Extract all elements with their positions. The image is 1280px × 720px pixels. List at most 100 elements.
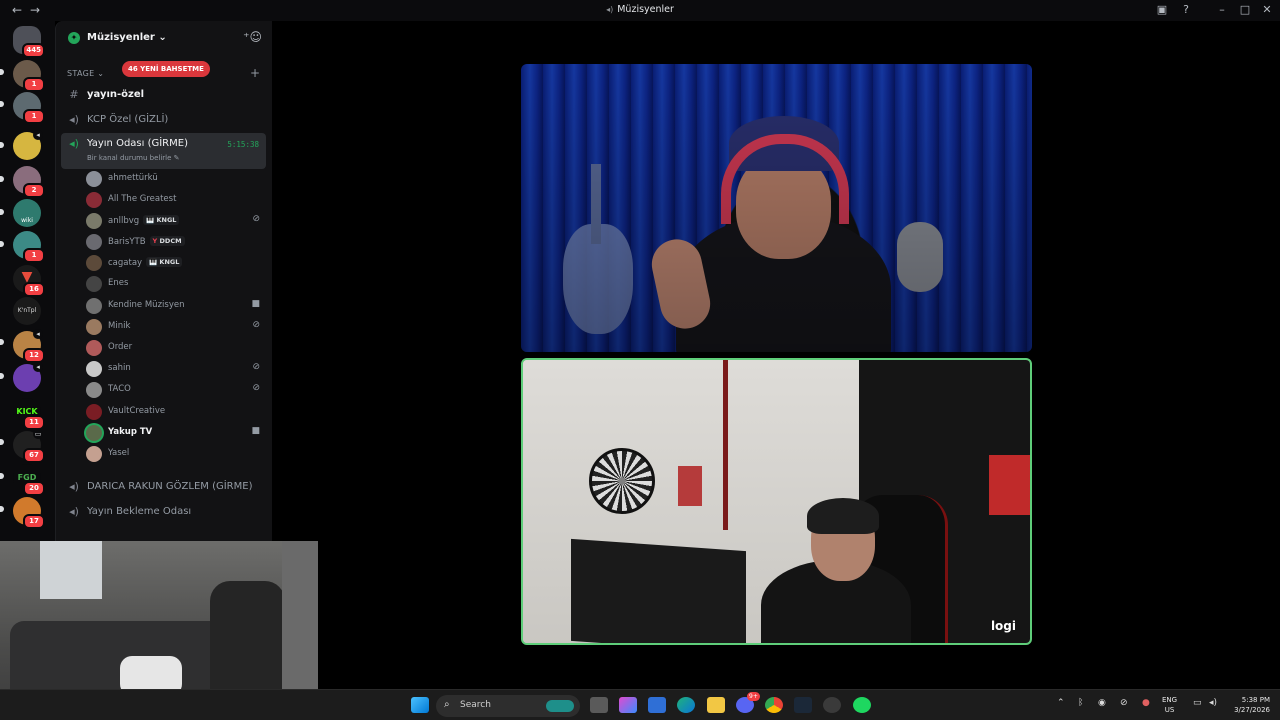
server-rail: 445 1 1 ◂ 2 wiki 1 ▼ 16 K'nTpl ◂ 12 ◂ KICK… — [0, 21, 55, 541]
store-icon[interactable] — [648, 697, 666, 713]
volume-icon[interactable]: ◂) — [1209, 698, 1217, 708]
direct-messages-button[interactable]: 445 — [13, 26, 45, 58]
avatar — [86, 192, 102, 208]
server-tag-text: DDCM — [159, 237, 182, 245]
copilot-icon[interactable] — [619, 697, 637, 713]
add-channel-icon[interactable]: + — [250, 66, 260, 80]
camera-icon: ■ — [251, 426, 260, 436]
window-shape — [40, 541, 102, 599]
server-header[interactable]: ✦ Müzisyenler ⌄ ⁺☺ — [56, 21, 272, 57]
channel-darica-rakun[interactable]: ◂) DARICA RAKUN GÖZLEM (GİRME) — [61, 476, 266, 498]
help-icon[interactable]: ? — [1178, 3, 1194, 16]
channel-yayin-odasi[interactable]: ◂) Yayın Odası (GİRME) 5:15:38 Bir kanal… — [61, 133, 266, 169]
voice-user[interactable]: VaultCreative — [86, 402, 266, 422]
speaker-icon: ◂ — [33, 130, 43, 140]
windows-start-icon[interactable] — [411, 697, 429, 713]
avatar — [86, 276, 102, 292]
server-icon[interactable]: FGD 20 — [13, 464, 45, 496]
video-tile-speaking[interactable]: logi — [521, 358, 1032, 645]
server-icon[interactable]: 1 — [13, 60, 45, 92]
voice-user[interactable]: Minik ⊘ — [86, 317, 266, 337]
voice-user[interactable]: TACO ⊘ — [86, 380, 266, 400]
server-label: K'nTpl — [17, 307, 37, 314]
username: Order — [108, 342, 133, 352]
username: TACO — [108, 384, 131, 394]
unread-pip — [0, 506, 4, 512]
unread-pip — [0, 373, 4, 379]
category-header[interactable]: STAGE ⌄ — [67, 69, 104, 78]
server-icon[interactable]: ◂ — [13, 130, 43, 160]
server-icon[interactable]: 2 — [13, 166, 45, 198]
voice-user[interactable]: All The Greatest — [86, 190, 266, 210]
tag-icon: Y — [152, 237, 158, 245]
monitor-shape — [571, 538, 746, 643]
title-bar: ← → ◂) Müzisyenler ▣ ? – □ ✕ — [0, 0, 1280, 21]
deafened-icon: ⊘ — [252, 214, 260, 224]
channel-kcp-ozel[interactable]: ◂) KCP Özel (GİZLİ) — [61, 109, 266, 131]
server-icon[interactable]: 17 — [13, 497, 45, 529]
voice-user[interactable]: BarisYTB Y DDCM — [86, 232, 266, 252]
badge: 16 — [23, 282, 45, 297]
voice-user[interactable]: Yasel — [86, 444, 266, 464]
speaker-icon: ◂ — [33, 362, 43, 372]
voice-user[interactable]: Kendine Müzisyen ■ — [86, 296, 266, 316]
voice-user[interactable]: Order — [86, 338, 266, 358]
spotify-icon[interactable] — [853, 697, 871, 713]
server-icon[interactable]: ▼ 16 — [13, 265, 45, 297]
network-off-icon[interactable]: ⊘ — [1120, 698, 1128, 708]
close-icon[interactable]: ✕ — [1259, 3, 1275, 16]
server-icon[interactable]: ▭ 67 — [13, 429, 45, 463]
tinsel-shape — [723, 360, 728, 530]
voice-user[interactable]: Enes — [86, 274, 266, 294]
voice-user[interactable]: anllbvg 🎹 KNGL ⊘ — [86, 211, 266, 231]
chrome-icon[interactable] — [765, 697, 783, 713]
file-explorer-icon[interactable] — [707, 697, 725, 713]
server-icon[interactable]: K'nTpl — [13, 297, 41, 325]
server-icon[interactable]: wiki — [13, 199, 41, 227]
minimize-icon[interactable]: – — [1214, 3, 1230, 16]
obs-icon[interactable] — [823, 697, 841, 713]
window-title-text: Müzisyenler — [617, 4, 674, 15]
window-title: ◂) Müzisyenler — [0, 4, 1280, 15]
server-icon[interactable]: ◂ — [13, 362, 43, 392]
invite-people-icon[interactable]: ⁺☺ — [243, 30, 262, 44]
server-icon[interactable]: 1 — [13, 92, 45, 124]
speaker-icon: ◂) — [606, 5, 614, 14]
server-tag-text: KNGL — [156, 216, 177, 224]
server-icon[interactable]: KICK 11 — [13, 398, 45, 430]
steam-icon[interactable] — [794, 697, 812, 713]
voice-user[interactable]: sahin ⊘ — [86, 359, 266, 379]
server-icon[interactable]: ◂ 12 — [13, 329, 45, 363]
inbox-icon[interactable]: ▣ — [1154, 3, 1170, 16]
username: Minik — [108, 321, 131, 331]
microphone-icon[interactable]: ● — [1142, 698, 1150, 708]
time: 5:38 PM — [1241, 696, 1270, 704]
channel-label: DARICA RAKUN GÖZLEM (GİRME) — [87, 481, 253, 492]
search-box[interactable]: ⌕ Search — [436, 695, 580, 717]
channel-yayin-bekleme[interactable]: ◂) Yayın Bekleme Odası — [61, 501, 266, 523]
chevron-up-icon[interactable]: ⌃ — [1057, 698, 1065, 708]
channel-status[interactable]: Bir kanal durumu belirle ✎ — [87, 154, 180, 162]
clock[interactable]: 5:38 PM 3/27/2026 — [1226, 695, 1270, 715]
server-icon[interactable]: 1 — [13, 231, 45, 263]
channel-label: KCP Özel (GİZLİ) — [87, 114, 169, 125]
steam-tray-icon[interactable]: ◉ — [1098, 698, 1106, 708]
voice-user[interactable]: Yakup TV ■ — [86, 423, 266, 443]
maximize-icon[interactable]: □ — [1237, 3, 1253, 16]
channel-yayin-ozel[interactable]: # yayın-özel — [61, 84, 266, 106]
task-view-icon[interactable] — [590, 697, 608, 713]
language-indicator[interactable]: ENG US — [1162, 695, 1177, 715]
server-tag: Y DDCM — [149, 236, 185, 246]
webcam-logo: logi — [990, 619, 1016, 633]
language-code: ENG — [1162, 696, 1178, 704]
edge-icon[interactable] — [677, 697, 695, 713]
new-mentions-pill[interactable]: 46 YENİ BAHSETME — [122, 61, 210, 77]
video-tile-streamer[interactable] — [521, 64, 1032, 352]
voice-user[interactable]: ahmettürkü — [86, 169, 266, 189]
bluetooth-icon[interactable]: ᛒ — [1078, 698, 1083, 708]
search-highlight-icon — [546, 700, 574, 712]
voice-user[interactable]: cagatay 🎹 KNGL — [86, 253, 266, 273]
poster-shape — [678, 466, 702, 506]
unread-pip — [0, 439, 4, 445]
display-icon[interactable]: ▭ — [1193, 698, 1202, 708]
